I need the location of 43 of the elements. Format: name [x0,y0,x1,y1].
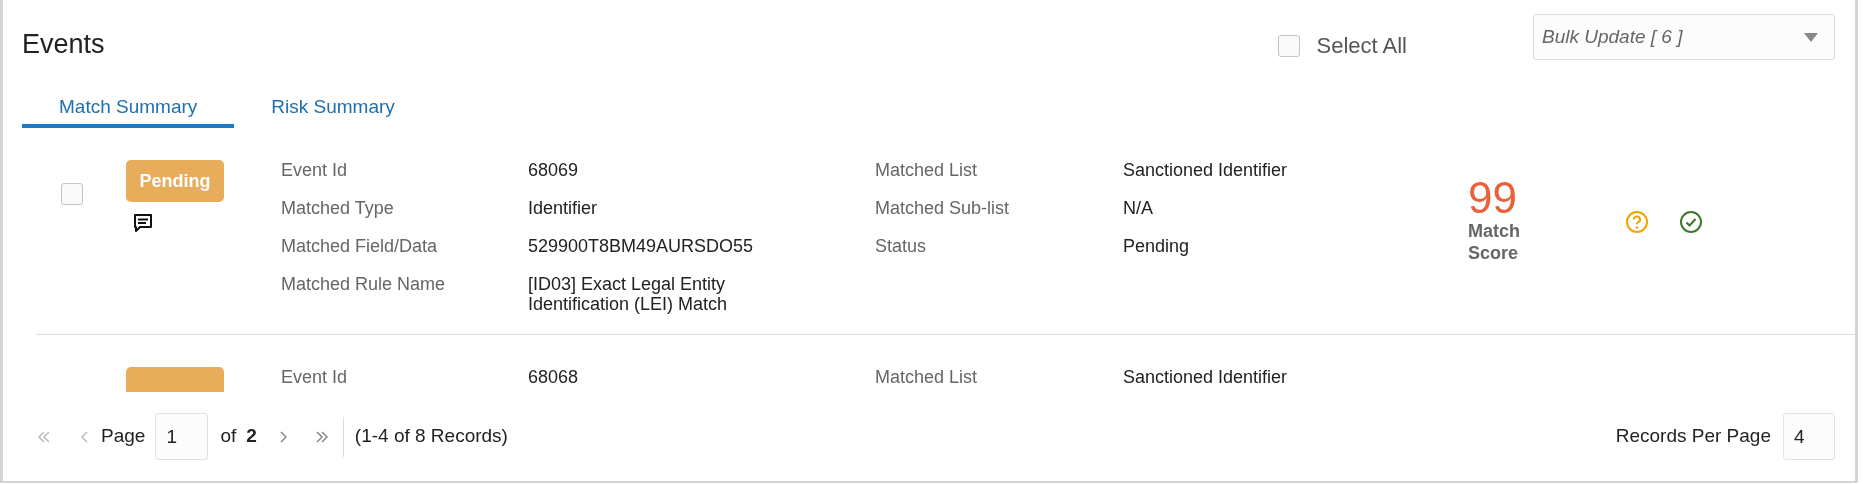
records-count: (1-4 of 8 Records) [354,424,508,449]
of-label: of [220,424,237,449]
page-title: Events [22,29,105,59]
field-value: Pending [1123,236,1191,256]
field-label: Event Id [281,367,349,387]
field-label: Matched List [875,160,979,180]
checkbox[interactable] [61,183,83,205]
field-label: Matched Rule Name [281,274,447,294]
field-label: Event Id [281,160,349,180]
total-pages: 2 [246,424,257,449]
last-page-icon[interactable] [314,430,329,443]
help-icon[interactable] [1625,210,1649,234]
field-label: Matched Type [281,198,395,218]
field-value: N/A [1123,198,1154,218]
field-value: [ID03] Exact Legal Entity Identification (LEI) Match [528,274,729,314]
field-value: 68069 [528,160,580,180]
score-label: Match Score [1468,220,1521,264]
tab[interactable]: Risk Summary [234,90,432,128]
first-page-icon[interactable] [37,430,51,443]
field-value: Sanctioned Identifier [1123,367,1289,387]
comment-icon[interactable] [133,213,153,233]
previous-page-icon[interactable] [81,430,89,443]
match-score: 99 [1468,176,1517,220]
field-label: Matched List [875,367,979,387]
field-value: Sanctioned Identifier [1123,160,1289,180]
field-value: 529900T8BM49AURSDO55 [528,236,755,256]
records-per-page-label: Records Per Page [1615,424,1771,449]
field-value: Identifier [528,198,599,218]
checkbox[interactable] [1277,34,1300,57]
select-all-label: Select All [1316,32,1407,60]
bulk-update-dropdown[interactable]: Bulk Update [ 6 ] [1533,14,1835,60]
field-value: 68068 [528,367,580,387]
check-circle-icon[interactable] [1679,210,1703,234]
page-label: Page [101,424,146,449]
field-label: Matched Field/Data [281,236,439,256]
tab[interactable]: Match Summary [22,90,235,128]
records-per-page-input[interactable]: 4 [1783,413,1835,461]
caret-icon [1804,32,1818,42]
status-badge: Pending [126,160,224,202]
field-label: Matched Sub-list [875,198,1011,218]
next-page-icon[interactable] [278,430,287,443]
page-input[interactable]: 1 [155,413,209,461]
field-label: Status [875,236,928,256]
